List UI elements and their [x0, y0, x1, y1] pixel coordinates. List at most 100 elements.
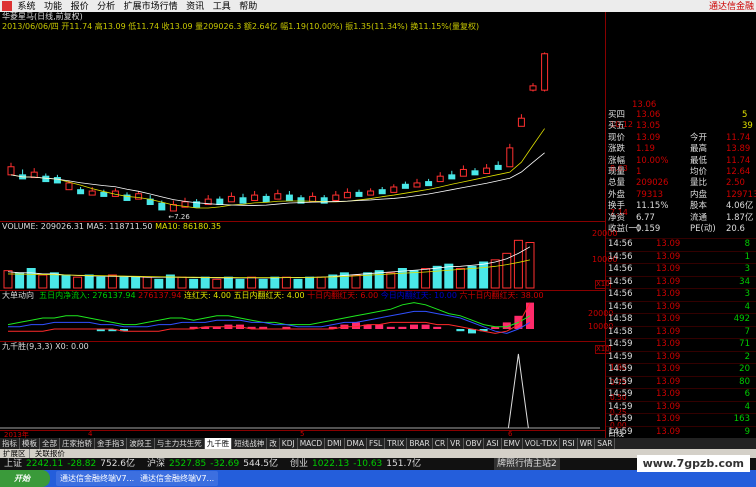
flow-chart[interactable]	[0, 301, 605, 341]
flow-item: 五日内净流入: 276137.94	[39, 291, 136, 300]
flow-item: 十日内翻红天: 6.00	[307, 291, 379, 300]
index-a: 752.6亿	[100, 459, 136, 469]
tick-row: 14:56 13.09 4	[606, 300, 756, 314]
tab-indicator[interactable]: VOL-TDX	[523, 438, 561, 449]
volume-bar	[235, 278, 245, 289]
tick-price: 13.09	[656, 264, 681, 274]
tab-indicator[interactable]: 庄家抬轿	[60, 438, 95, 449]
volume-bar	[293, 278, 303, 289]
flow-bar	[433, 326, 442, 329]
candle-body	[367, 190, 375, 196]
tab-indicator[interactable]: 模板	[20, 438, 40, 449]
flow-item: 连红天: 4.00	[183, 291, 232, 300]
tick-list[interactable]: 14:56 13.09 8 14:56 13.09 1 14:56 13.09 3 14:56 13…	[606, 238, 756, 438]
quote-key: 股本	[690, 201, 708, 212]
volume-bar	[316, 276, 326, 289]
tab-extension-area[interactable]: 扩展区	[0, 449, 30, 458]
index-quote[interactable]: 沪深 2527.85 -32.69 544.5亿	[143, 459, 278, 469]
tab-indicator[interactable]: KDJ	[280, 438, 298, 449]
menu-item-analysis[interactable]: 分析	[97, 0, 115, 12]
menu-item-system[interactable]: 系统	[18, 0, 36, 12]
tick-volume: 71	[739, 339, 750, 349]
candle-body	[158, 202, 166, 211]
tab-indicator[interactable]: WR	[578, 438, 596, 449]
quote-value: 12.64	[726, 166, 751, 177]
tab-indicator[interactable]: CR	[433, 438, 449, 449]
nine-chart[interactable]	[0, 352, 605, 430]
start-button[interactable]: 开始	[0, 470, 50, 487]
volume-bar	[177, 276, 187, 289]
volume-header: VOLUME: 209026.31 MA5: 118711.50 MA10: 8…	[2, 222, 221, 232]
tab-indicator[interactable]: RSI	[560, 438, 578, 449]
menu-item-help[interactable]: 帮助	[239, 0, 257, 12]
chart-area[interactable]: 华菱星马(日线,前复权) 2013/06/06/四 开11.74 高13.09 …	[0, 12, 606, 439]
tick-price: 13.09	[656, 276, 681, 287]
tab-related-quote[interactable]: 关联报价	[32, 449, 68, 458]
index-quote[interactable]: 创业 1022.13 -10.63 151.7亿	[286, 459, 421, 469]
taskbar-item[interactable]: 通达信金融终端V7...	[136, 471, 219, 486]
server-status[interactable]: 牌照行情主站2	[494, 458, 560, 470]
tab-indicator[interactable]: SAR	[595, 438, 616, 449]
index-quote[interactable]: 上证 2242.11 -28.82 752.6亿	[0, 459, 135, 469]
volume-bar	[212, 278, 222, 289]
quote-row: 现量 1 均价 12.64	[606, 167, 756, 178]
tab-indicator[interactable]: 指标	[0, 438, 20, 449]
volume-bar	[107, 274, 117, 289]
quote-row: 现价 13.09 今开 11.74	[606, 133, 756, 144]
nine-spike	[507, 353, 529, 429]
volume-bar	[142, 276, 152, 289]
tab-indicator[interactable]: 改	[267, 438, 280, 449]
taskbar-item[interactable]: 通达信金融终端V7...	[56, 471, 139, 486]
quote-value: 1.19	[636, 144, 655, 155]
price-chart[interactable]: ←7.26	[0, 32, 605, 222]
index-k: 创业	[290, 459, 309, 469]
volume-bar	[200, 276, 210, 289]
tick-time: 14:56	[608, 301, 633, 312]
menu-item-quote[interactable]: 报价	[71, 0, 89, 12]
volume-bar	[84, 274, 94, 289]
quote-row: 买五 13.05 39	[606, 121, 756, 132]
quote-value: 10.00%	[636, 155, 669, 166]
tab-indicator[interactable]: 与主力共生死	[155, 438, 205, 449]
tab-indicator[interactable]: 全部	[40, 438, 60, 449]
menu-item-tools[interactable]: 工具	[213, 0, 231, 12]
volume-bar	[3, 270, 13, 289]
tick-time: 14:56	[608, 251, 633, 262]
tab-indicator[interactable]: MACD	[298, 438, 326, 449]
volume-chart[interactable]	[0, 232, 605, 290]
volume-bar	[26, 268, 36, 289]
app-icon[interactable]	[2, 1, 12, 11]
tab-indicator[interactable]: 九千胜	[204, 438, 233, 449]
tab-indicator[interactable]: 短线战神	[232, 438, 268, 449]
volume-bar	[61, 274, 71, 289]
tab-indicator[interactable]: FSL	[367, 438, 386, 449]
menu-item-ext-market[interactable]: 扩展市场行情	[124, 0, 178, 12]
tick-price: 13.09	[656, 389, 681, 399]
tab-indicator[interactable]: TRIX	[385, 438, 408, 449]
tab-indicator[interactable]: EMV	[502, 438, 523, 449]
tab-indicator[interactable]: 波段王	[127, 438, 155, 449]
quote-key: 涨幅	[608, 155, 626, 166]
candle-body	[262, 195, 270, 203]
menu-item-news[interactable]: 资讯	[186, 0, 204, 12]
tab-indicator[interactable]: 金手指3	[95, 438, 128, 449]
tick-price: 13.09	[656, 339, 681, 349]
candle-body	[285, 194, 293, 201]
tick-time: 14:56	[608, 289, 633, 299]
quote-value: 0.159	[636, 223, 661, 234]
tick-time: 14:59	[608, 376, 633, 387]
quote-key: 今开	[690, 132, 708, 143]
tab-indicator[interactable]: ASI	[484, 438, 502, 449]
tab-indicator[interactable]: DMA	[345, 438, 368, 449]
tab-indicator[interactable]: VR	[448, 438, 464, 449]
tick-volume: 2	[744, 351, 750, 362]
tab-indicator[interactable]: DMI	[325, 438, 345, 449]
tab-indicator[interactable]: BRAR	[407, 438, 433, 449]
flow-bar	[398, 326, 407, 329]
quote-value: 129713	[726, 189, 756, 200]
quote-key: 现价	[608, 132, 626, 143]
menu-item-function[interactable]: 功能	[44, 0, 62, 12]
volume-bar	[223, 276, 233, 289]
volume-bar	[513, 239, 523, 289]
tab-indicator[interactable]: OBV	[464, 438, 485, 449]
